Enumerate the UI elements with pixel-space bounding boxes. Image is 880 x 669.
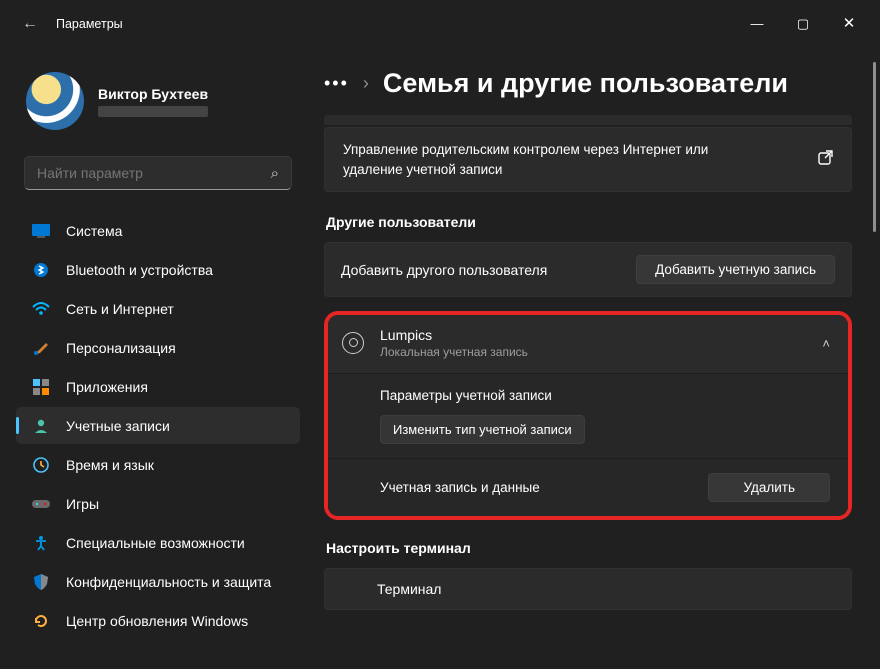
gamepad-icon	[32, 495, 50, 513]
sidebar-item-label: Игры	[66, 496, 99, 512]
add-user-label: Добавить другого пользователя	[341, 262, 547, 278]
account-options-row: Параметры учетной записи Изменить тип уч…	[328, 373, 848, 458]
brush-icon	[32, 339, 50, 357]
window-title: Параметры	[56, 17, 123, 31]
sidebar-item-accessibility[interactable]: Специальные возможности	[16, 524, 300, 561]
person-icon	[32, 417, 50, 435]
family-management-text: Управление родительским контролем через …	[343, 140, 763, 179]
window-maximize[interactable]: ▢	[780, 8, 826, 40]
add-account-button[interactable]: Добавить учетную запись	[636, 255, 835, 284]
sidebar-item-system[interactable]: Система	[16, 212, 300, 249]
sidebar-item-label: Центр обновления Windows	[66, 613, 248, 629]
apps-icon	[32, 378, 50, 396]
shield-icon	[32, 573, 50, 591]
chevron-right-icon: ›	[363, 73, 369, 94]
sidebar-item-label: Приложения	[66, 379, 148, 395]
breadcrumb: ••• › Семья и другие пользователи	[324, 68, 852, 99]
sidebar-item-apps[interactable]: Приложения	[16, 368, 300, 405]
sidebar-item-time-language[interactable]: Время и язык	[16, 446, 300, 483]
update-icon	[32, 612, 50, 630]
terminal-row[interactable]: Терминал	[324, 568, 852, 610]
sidebar-item-bluetooth[interactable]: Bluetooth и устройства	[16, 251, 300, 288]
sidebar-item-windows-update[interactable]: Центр обновления Windows	[16, 602, 300, 639]
sidebar-item-label: Bluetooth и устройства	[66, 262, 213, 278]
account-data-row: Учетная запись и данные Удалить	[328, 458, 848, 516]
system-icon	[32, 222, 50, 240]
breadcrumb-overflow[interactable]: •••	[324, 73, 349, 94]
sidebar-item-personalization[interactable]: Персонализация	[16, 329, 300, 366]
clock-icon	[32, 456, 50, 474]
terminal-heading: Настроить терминал	[326, 540, 852, 556]
account-options-heading: Параметры учетной записи	[380, 388, 552, 403]
open-external-icon	[818, 150, 833, 169]
sidebar-item-label: Учетные записи	[66, 418, 170, 434]
chevron-up-icon: ˄	[822, 336, 830, 351]
search-box[interactable]: ⌕	[24, 156, 292, 190]
profile-subtitle-redacted	[98, 106, 208, 117]
search-input[interactable]	[37, 165, 271, 181]
account-data-heading: Учетная запись и данные	[380, 480, 540, 495]
scrollbar-thumb[interactable]	[873, 62, 876, 232]
sidebar-item-label: Персонализация	[66, 340, 176, 356]
wifi-icon	[32, 300, 50, 318]
terminal-label: Терминал	[377, 581, 441, 597]
user-name: Lumpics	[380, 327, 528, 343]
window-minimize[interactable]: —	[734, 8, 780, 40]
collapsed-card-edge	[324, 115, 852, 125]
sidebar-item-label: Сеть и Интернет	[66, 301, 174, 317]
bluetooth-icon	[32, 261, 50, 279]
sidebar-item-label: Система	[66, 223, 122, 239]
change-account-type-button[interactable]: Изменить тип учетной записи	[380, 415, 585, 444]
sidebar-item-gaming[interactable]: Игры	[16, 485, 300, 522]
sidebar-item-label: Время и язык	[66, 457, 154, 473]
sidebar-item-label: Конфиденциальность и защита	[66, 574, 271, 590]
accessibility-icon	[32, 534, 50, 552]
profile-name: Виктор Бухтеев	[98, 86, 208, 102]
user-row-lumpics[interactable]: Lumpics Локальная учетная запись ˄	[328, 315, 848, 373]
person-outline-icon	[342, 332, 364, 354]
avatar	[26, 72, 84, 130]
window-close[interactable]: ✕	[826, 8, 872, 40]
page-title: Семья и другие пользователи	[383, 68, 788, 99]
sidebar-item-label: Специальные возможности	[66, 535, 245, 551]
other-users-heading: Другие пользователи	[326, 214, 852, 230]
add-user-row: Добавить другого пользователя Добавить у…	[324, 242, 852, 297]
family-management-card[interactable]: Управление родительским контролем через …	[324, 127, 852, 192]
profile-block[interactable]: Виктор Бухтеев	[12, 66, 304, 148]
delete-account-button[interactable]: Удалить	[708, 473, 830, 502]
sidebar-item-network[interactable]: Сеть и Интернет	[16, 290, 300, 327]
sidebar-item-privacy[interactable]: Конфиденциальность и защита	[16, 563, 300, 600]
user-subtitle: Локальная учетная запись	[380, 345, 528, 359]
search-icon: ⌕	[271, 165, 279, 182]
sidebar-item-accounts[interactable]: Учетные записи	[16, 407, 300, 444]
back-button[interactable]: ←	[14, 15, 46, 33]
highlighted-user-panel: Lumpics Локальная учетная запись ˄ Парам…	[324, 311, 852, 520]
